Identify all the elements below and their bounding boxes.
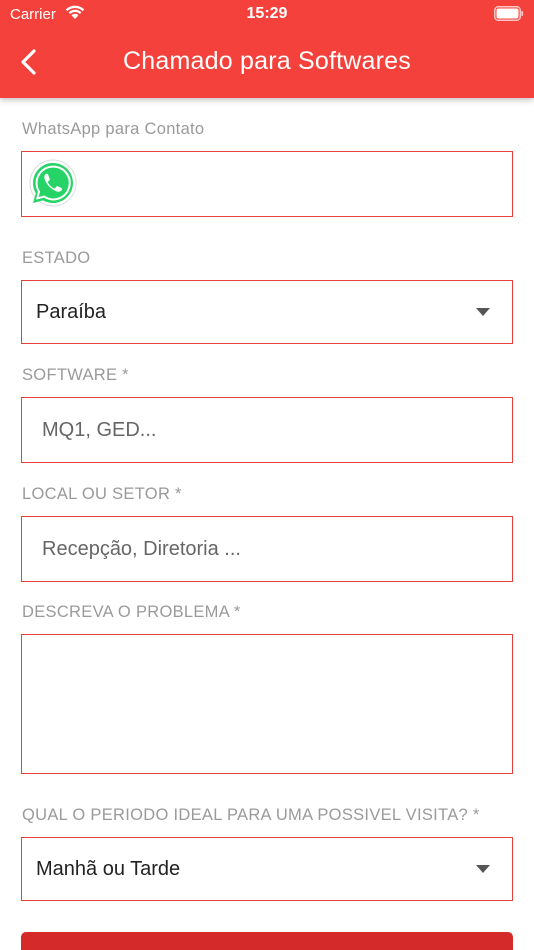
problema-label: DESCREVA O PROBLEMA * (22, 603, 241, 621)
software-label: SOFTWARE * (22, 366, 129, 384)
estado-label: ESTADO (22, 249, 91, 267)
chevron-down-icon (476, 308, 490, 316)
battery-icon (494, 6, 524, 21)
local-placeholder: Recepção, Diretoria ... (42, 538, 241, 560)
whatsapp-input[interactable] (21, 151, 513, 217)
whatsapp-icon (29, 159, 77, 207)
page-title: Chamado para Softwares (123, 47, 411, 75)
submit-button[interactable] (21, 932, 513, 950)
app-header: Carrier 15:29 Chamado para Softwares (0, 0, 534, 98)
chevron-down-icon (476, 865, 490, 873)
software-input[interactable]: MQ1, GED... (21, 397, 513, 463)
status-bar: Carrier 15:29 (0, 0, 534, 30)
local-label: LOCAL OU SETOR * (22, 485, 182, 503)
whatsapp-label: WhatsApp para Contato (22, 120, 205, 138)
periodo-label: QUAL O PERIODO IDEAL PARA UMA POSSIVEL V… (22, 806, 480, 824)
software-placeholder: MQ1, GED... (42, 419, 157, 441)
periodo-value: Manhã ou Tarde (36, 858, 181, 880)
clock: 15:29 (246, 5, 288, 22)
problema-textarea[interactable] (21, 634, 513, 774)
estado-value: Paraíba (36, 301, 107, 323)
local-input[interactable]: Recepção, Diretoria ... (21, 516, 513, 582)
periodo-select[interactable]: Manhã ou Tarde (21, 837, 513, 901)
estado-select[interactable]: Paraíba (21, 280, 513, 344)
